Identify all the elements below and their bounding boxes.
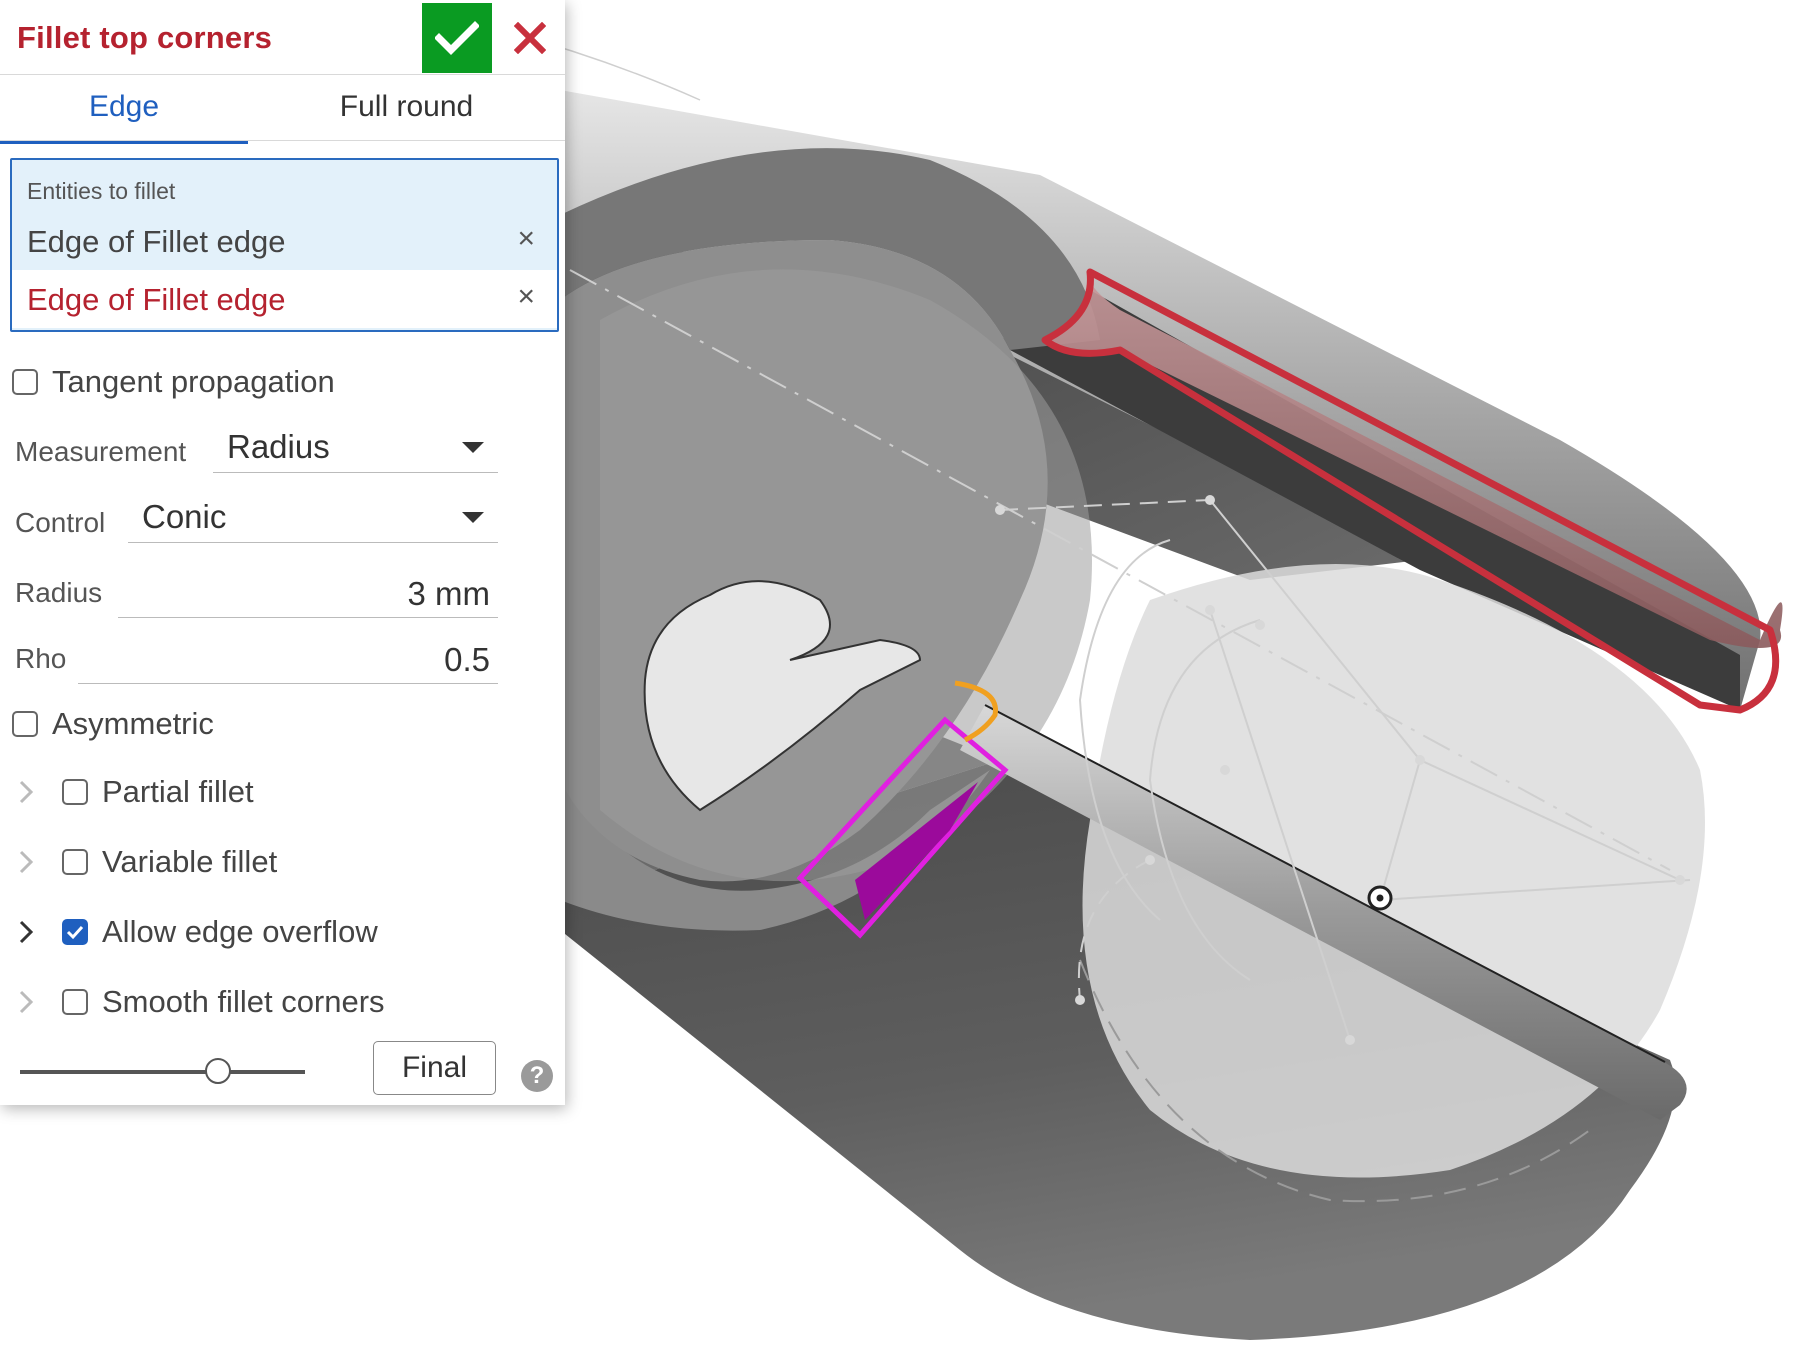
allow-edge-overflow-option[interactable]: Allow edge overflow [62, 912, 378, 952]
smooth-fillet-corners-option[interactable]: Smooth fillet corners [62, 982, 385, 1022]
chevron-right-icon[interactable] [18, 842, 38, 882]
asymmetric-label: Asymmetric [52, 706, 214, 741]
final-button[interactable]: Final [373, 1041, 496, 1095]
entity-item-label: Edge of Fillet edge [27, 224, 286, 259]
entities-to-fillet-field[interactable]: Entities to fillet Edge of Fillet edge ×… [10, 158, 559, 332]
variable-fillet-label: Variable fillet [102, 844, 278, 879]
remove-entity-icon[interactable]: × [517, 280, 535, 314]
rho-label: Rho [15, 643, 67, 674]
checkmark-icon [435, 21, 479, 55]
chevron-right-icon[interactable] [18, 912, 38, 952]
preview-slider[interactable] [20, 1070, 305, 1074]
entity-item-label: Edge of Fillet edge [27, 282, 286, 317]
tangent-propagation-option[interactable]: Tangent propagation [12, 362, 335, 402]
confirm-button[interactable] [422, 3, 492, 73]
fillet-dialog: Fillet top corners Edge Full round Entit… [0, 0, 565, 1105]
allow-edge-overflow-checkbox[interactable] [62, 919, 88, 945]
asymmetric-checkbox[interactable] [12, 711, 38, 737]
entity-item-highlighted[interactable]: Edge of Fillet edge × [12, 270, 557, 328]
rho-value: 0.5 [444, 641, 490, 678]
tab-edge[interactable]: Edge [0, 74, 248, 144]
smooth-fillet-corners-checkbox[interactable] [62, 989, 88, 1015]
measurement-label: Measurement [15, 436, 187, 467]
dropdown-caret-icon [462, 512, 484, 523]
tangent-propagation-checkbox[interactable] [12, 369, 38, 395]
smooth-fillet-corners-label: Smooth fillet corners [102, 984, 385, 1019]
tab-full-round[interactable]: Full round [248, 74, 565, 140]
dialog-header: Fillet top corners [0, 0, 565, 75]
radius-value: 3 mm [407, 575, 491, 612]
tab-divider [0, 140, 565, 141]
variable-fillet-checkbox[interactable] [62, 849, 88, 875]
variable-fillet-option[interactable]: Variable fillet [62, 842, 277, 882]
chevron-right-icon[interactable] [18, 772, 38, 812]
help-icon[interactable]: ? [521, 1060, 553, 1092]
asymmetric-option[interactable]: Asymmetric [12, 704, 214, 744]
entities-label: Entities to fillet [27, 178, 176, 204]
radius-label: Radius [15, 577, 103, 608]
remove-entity-icon[interactable]: × [517, 222, 535, 256]
dropdown-caret-icon [462, 442, 484, 453]
control-label: Control [15, 507, 106, 538]
partial-fillet-option[interactable]: Partial fillet [62, 772, 254, 812]
control-value: Conic [142, 498, 227, 535]
radius-input[interactable]: 3 mm [118, 565, 498, 618]
close-icon [514, 22, 546, 54]
cancel-button[interactable] [495, 3, 565, 73]
partial-fillet-checkbox[interactable] [62, 779, 88, 805]
measurement-value: Radius [227, 428, 330, 465]
measurement-select[interactable]: Radius [213, 420, 498, 473]
tangent-propagation-label: Tangent propagation [52, 364, 335, 399]
checkmark-icon [66, 925, 84, 940]
entity-item[interactable]: Edge of Fillet edge × [12, 212, 557, 270]
control-select[interactable]: Conic [128, 490, 498, 543]
preview-slider-handle[interactable] [205, 1058, 231, 1084]
rho-input[interactable]: 0.5 [78, 631, 498, 684]
chevron-right-icon[interactable] [18, 982, 38, 1022]
dialog-title: Fillet top corners [17, 20, 273, 55]
allow-edge-overflow-label: Allow edge overflow [102, 914, 378, 949]
partial-fillet-label: Partial fillet [102, 774, 254, 809]
